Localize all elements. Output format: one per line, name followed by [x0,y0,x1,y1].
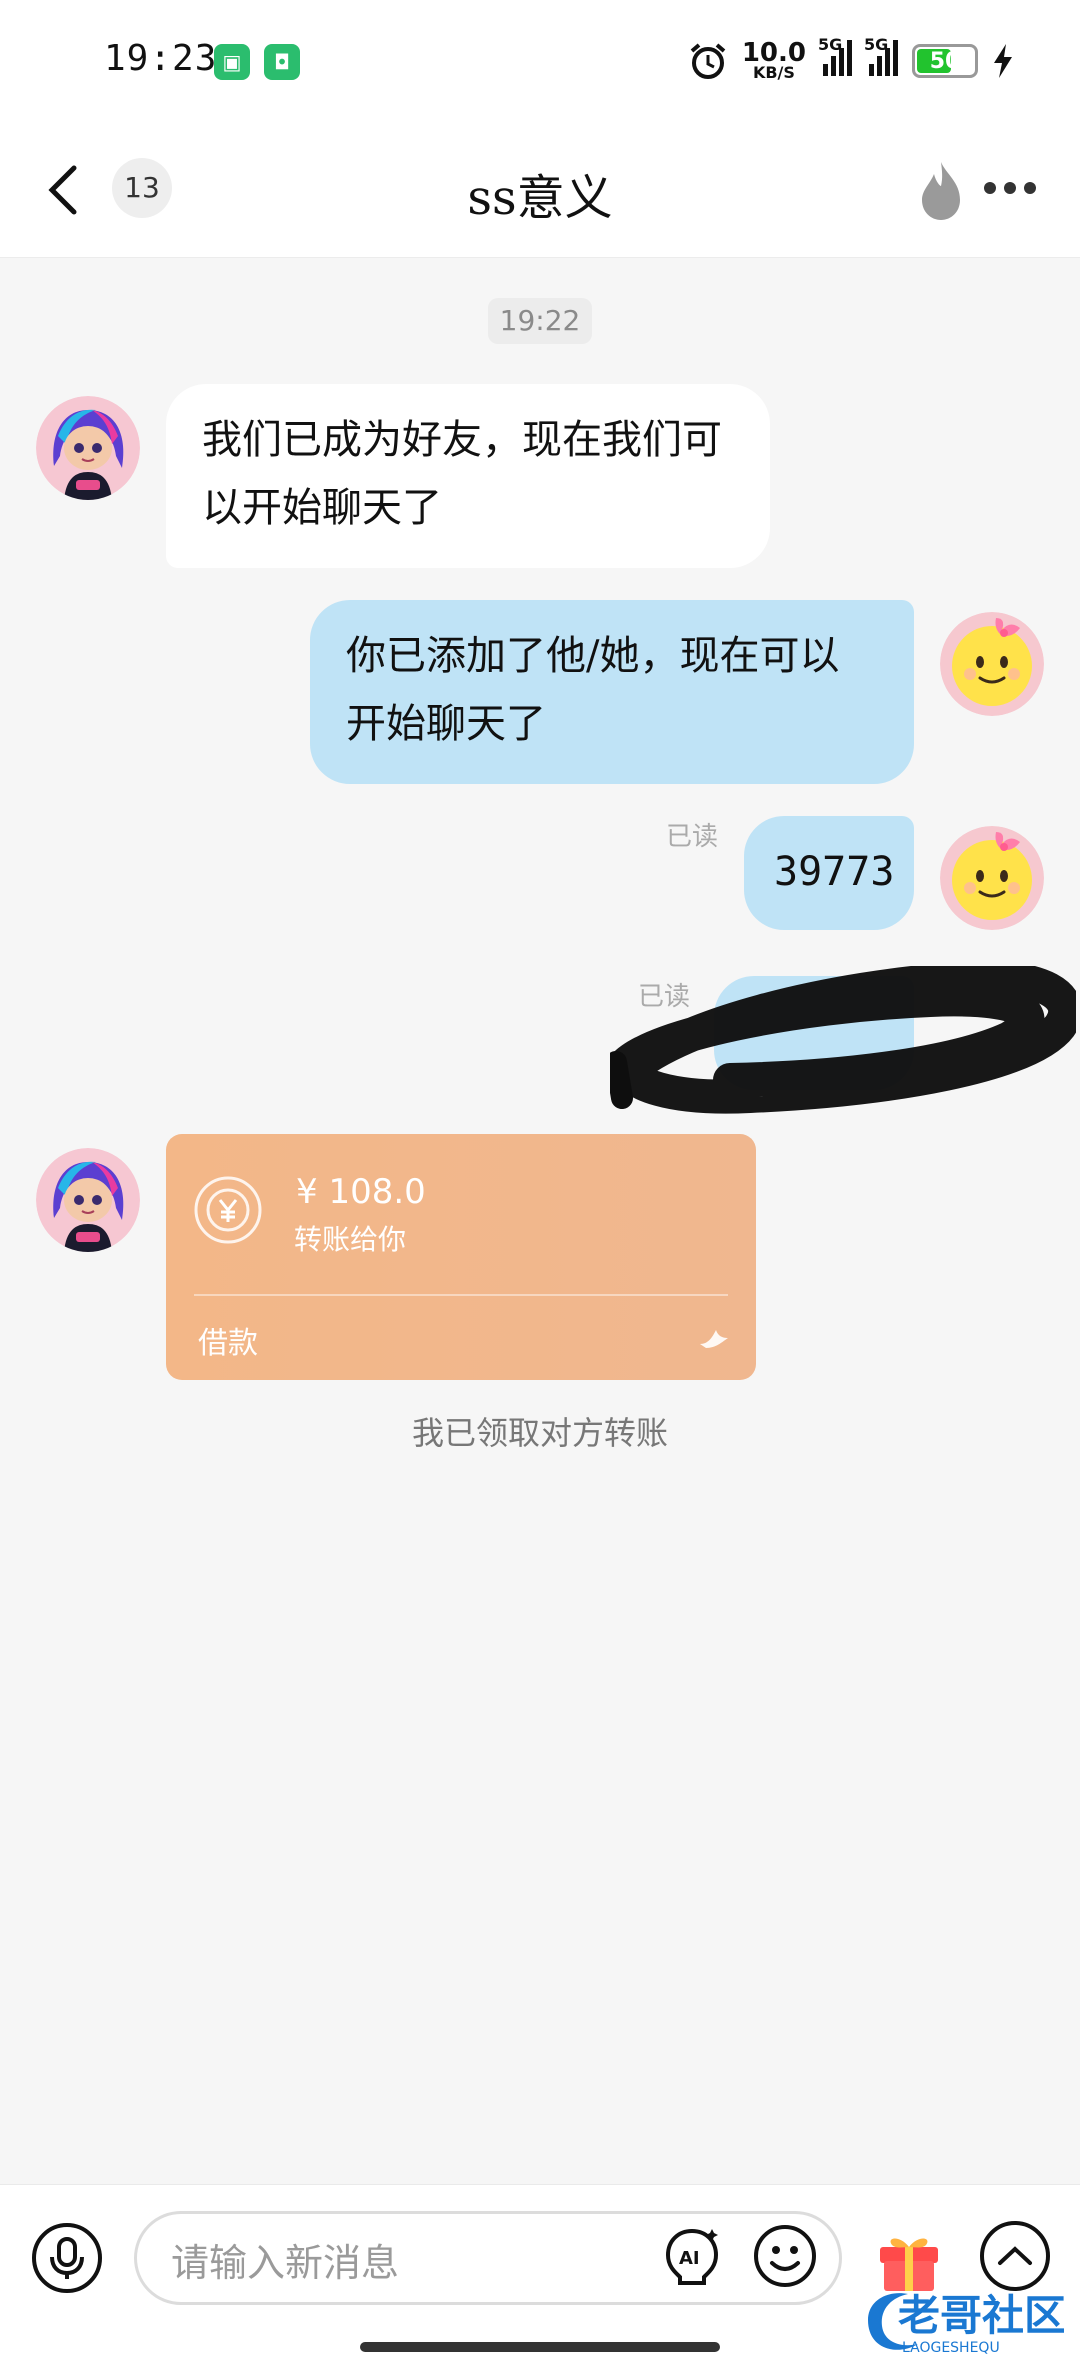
ai-assistant-icon[interactable]: AI [660,2223,724,2291]
watermark-logo: 老哥社区 LAOGESHEQU [868,2291,1064,2356]
message-bubble-right[interactable]: 39773 [744,816,914,930]
status-bar: 19:23 ▣ ◘ 10.0 KB/S 5G 5G 50 [0,0,1080,120]
transfer-card[interactable]: ¥ 108.0 转账给你 借款 [166,1134,756,1380]
redaction-scribble [610,966,1076,1114]
transfer-type: 借款 [198,1326,258,1361]
signal-icon: 5G [818,35,852,81]
message-bubble-right[interactable]: 你已添加了他/她，现在可以开始聊天了 [310,600,914,784]
voice-button[interactable] [32,2223,102,2293]
more-options-icon[interactable] [982,178,1038,198]
system-note: 我已领取对方转账 [411,1414,668,1452]
network-speed: 10.0 KB/S [741,38,806,82]
transfer-divider [194,1294,728,1296]
svg-text:AI: AI [679,2248,700,2269]
message-bubble-left[interactable]: 我们已成为好友，现在我们可以开始聊天了 [166,384,770,568]
status-time: 19:23 [104,38,218,79]
my-avatar[interactable] [940,826,1044,930]
message-input[interactable]: 请输入新消息 [134,2211,842,2305]
read-receipt: 已读 [666,822,719,852]
charging-icon [994,44,1012,78]
message-timestamp: 19:22 [488,298,592,344]
app-notification-icon-2: ◘ [264,44,300,80]
contact-avatar[interactable] [36,396,140,500]
svg-text:老哥社区: 老哥社区 [898,2291,1064,2340]
battery-icon: 50 [912,44,978,78]
status-indicators: 10.0 KB/S 5G 5G 50 [688,35,1014,86]
microphone-icon [50,2237,84,2279]
app-notification-icon: ▣ [214,44,250,80]
alarm-icon [690,43,726,79]
contact-avatar[interactable] [36,1148,140,1252]
emoji-icon[interactable] [752,2223,818,2289]
home-indicator[interactable] [360,2342,720,2352]
flame-icon[interactable] [916,160,966,222]
transfer-amount: ¥ 108.0 [296,1172,426,1212]
chat-header: 13 ss意义 [0,120,1080,258]
bird-logo-icon [700,1330,728,1348]
signal-icon-2: 5G [864,35,898,81]
chevron-up-icon [998,2246,1032,2265]
yuan-transfer-icon [194,1176,262,1244]
svg-text:LAOGESHEQU: LAOGESHEQU [902,2340,1000,2356]
input-placeholder: 请输入新消息 [171,2241,400,2285]
transfer-subtitle: 转账给你 [294,1223,407,1256]
my-avatar[interactable] [940,612,1044,716]
